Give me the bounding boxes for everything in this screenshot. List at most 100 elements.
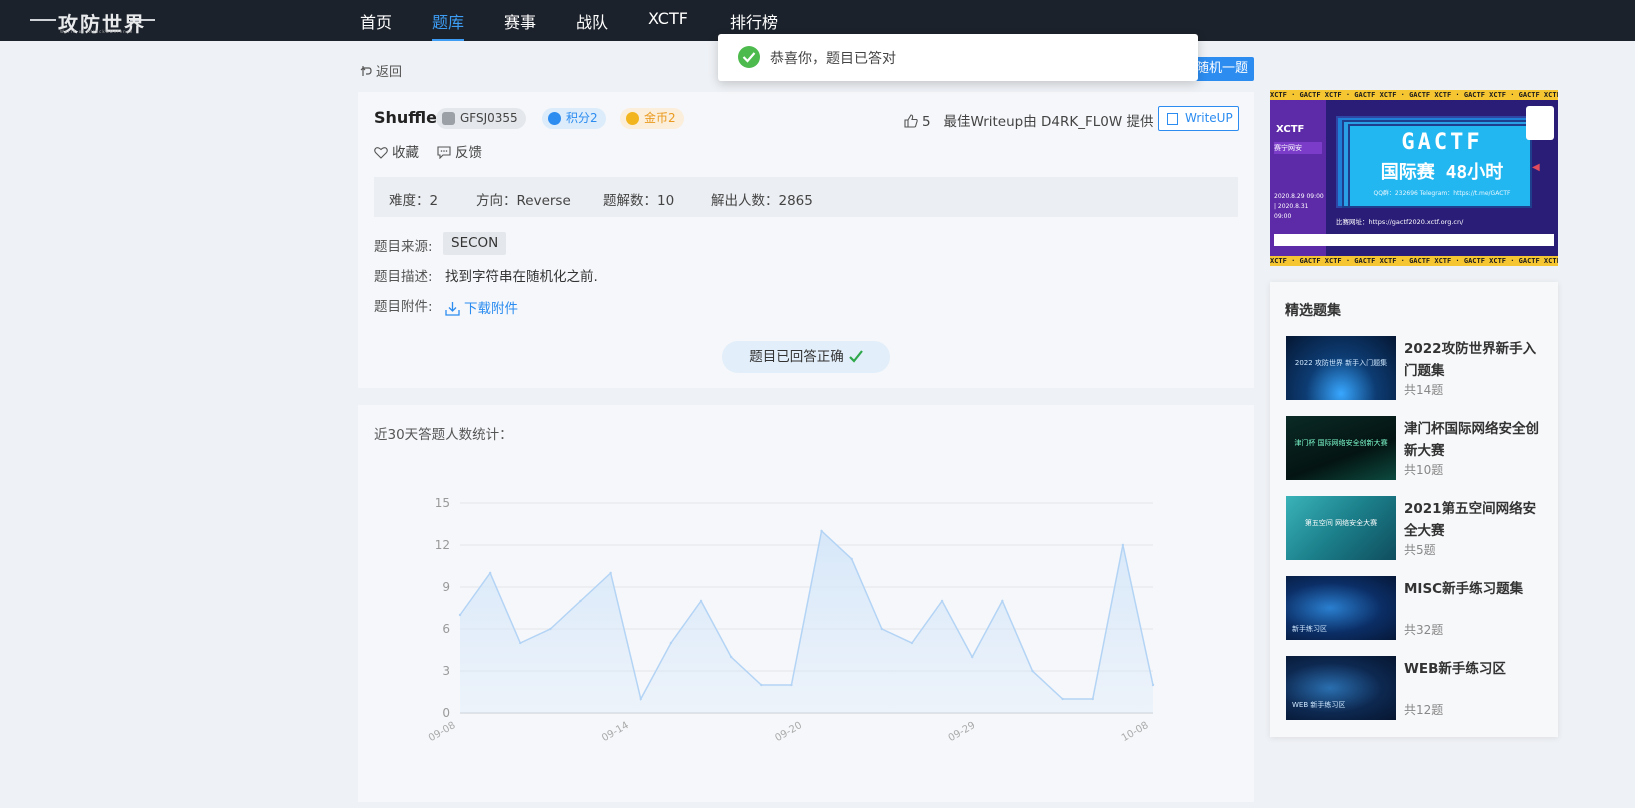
answered-status: 题目已回答正确 — [722, 341, 890, 373]
description-text: 找到字符串在随机化之前. — [445, 269, 598, 285]
data-point — [699, 599, 703, 603]
collection-name: 津门杯国际网络安全创新大赛 — [1404, 421, 1539, 459]
feedback-icon — [437, 146, 451, 159]
data-point — [1031, 669, 1034, 673]
featured-collections: 精选题集 2022 攻防世界 新手入门题集 2022攻防世界新手入门题集 共14… — [1270, 282, 1558, 737]
eye-logo-icon — [1526, 106, 1554, 140]
score-badge: 积分2 — [542, 108, 606, 129]
thumbs-up-icon[interactable] — [904, 114, 918, 128]
collection-name: 2021第五空间网络安全大赛 — [1404, 501, 1537, 539]
challenge-stats: 难度：2 方向：Reverse 题解数：10 解出人数：2865 — [374, 177, 1238, 217]
nav-xctf[interactable]: XCTF — [648, 9, 688, 41]
gactf-banner[interactable]: XCTF · GACTF XCTF · GACTF XCTF · GACTF X… — [1270, 90, 1558, 266]
banner-headline: GACTF — [1401, 130, 1483, 155]
return-icon — [360, 66, 372, 76]
nav-problems[interactable]: 题库 — [432, 9, 465, 41]
arrow-icon: ◀ — [1532, 162, 1540, 173]
best-writeup-text: 最佳Writeup由 D4RK_FL0W 提供 — [943, 114, 1154, 130]
document-icon — [1167, 113, 1178, 125]
challenge-card: Shuffle GFSJ0355 积分2 金币2 5 最佳Writeup由 D4… — [358, 92, 1254, 388]
data-point — [669, 641, 673, 645]
data-point — [850, 557, 853, 561]
like-count: 5 — [922, 114, 931, 130]
data-point — [1001, 599, 1004, 603]
data-point — [1061, 697, 1064, 701]
partner-brand: 赛宁网安 — [1274, 142, 1322, 154]
data-point — [609, 571, 612, 575]
collection-item[interactable]: 津门杯 国际网络安全创新大赛 津门杯国际网络安全创新大赛 共10题 — [1286, 416, 1546, 480]
download-icon — [445, 302, 460, 316]
x-tick-label: 09-08 — [427, 720, 458, 744]
collection-count: 共14题 — [1404, 383, 1444, 397]
collection-name: WEB新手练习区 — [1404, 661, 1506, 677]
collection-count: 共5题 — [1404, 543, 1436, 557]
download-attachment-link[interactable]: 下载附件 — [445, 297, 518, 317]
data-point — [549, 627, 552, 631]
collection-item[interactable]: 2022 攻防世界 新手入门题集 2022攻防世界新手入门题集 共14题 — [1286, 336, 1546, 400]
solutions-stat: 题解数：10 — [603, 193, 675, 209]
data-point — [820, 529, 823, 533]
collection-thumbnail: 津门杯 国际网络安全创新大赛 — [1286, 416, 1396, 480]
challenge-title: Shuffle — [374, 108, 438, 127]
collection-item[interactable]: 第五空间 网络安全大赛 2021第五空间网络安全大赛 共5题 — [1286, 496, 1546, 560]
random-problem-button[interactable]: 随机一题 — [1190, 57, 1254, 81]
daily-solvers-chart: 0 3 6 9 12 15 09-08 09-14 09-20 09-29 10-08 — [427, 496, 1155, 744]
banner-ticker-top: XCTF · GACTF XCTF · GACTF XCTF · GACTF X… — [1270, 90, 1558, 100]
banner-site: 比赛网址：https://gactf2020.xctf.org.cn/ — [1336, 218, 1464, 226]
x-tick-label: 09-14 — [600, 720, 631, 744]
nav-events[interactable]: 赛事 — [504, 9, 536, 41]
solvers-stat: 解出人数：2865 — [711, 193, 813, 209]
qr-icon — [442, 112, 455, 125]
back-link[interactable]: 返回 — [360, 61, 402, 80]
banner-dates: 2020.8.29 09:00 | 2020.8.31 09:00 — [1274, 193, 1324, 220]
check-circle-icon — [738, 46, 760, 68]
chart-card: 近30天答题人数统计： 0 3 6 9 12 15 09-08 09-14 09-20 09-29… — [358, 405, 1254, 802]
score-icon — [548, 112, 561, 125]
featured-title: 精选题集 — [1285, 303, 1341, 319]
collection-name: 2022攻防世界新手入门题集 — [1404, 341, 1537, 379]
coin-icon — [626, 112, 639, 125]
data-point — [729, 655, 733, 659]
banner-qq-line: QQ群：232696 Telegram：https://t.me/GACTF — [1373, 190, 1511, 197]
data-point — [488, 571, 492, 575]
source-label: 题目来源: — [374, 239, 433, 255]
collection-count: 共32题 — [1404, 623, 1444, 637]
nav-teams[interactable]: 战队 — [576, 9, 608, 41]
banner-subheadline: 国际赛 48小时 — [1380, 162, 1504, 183]
y-tick-label: 3 — [442, 664, 450, 678]
attachment-label: 题目附件: — [374, 299, 433, 315]
check-icon — [848, 350, 863, 363]
collection-item[interactable]: WEB 新手练习区 WEB新手练习区 共12题 — [1286, 656, 1546, 720]
collection-thumbnail: 2022 攻防世界 新手入门题集 — [1286, 336, 1396, 400]
nav-home[interactable]: 首页 — [360, 9, 392, 41]
data-point — [579, 599, 582, 603]
toast-message: 恭喜你，题目已答对 — [770, 51, 896, 67]
heart-icon — [374, 147, 388, 159]
data-point — [639, 697, 642, 701]
y-tick-label: 9 — [442, 580, 450, 594]
collection-name: MISC新手练习题集 — [1404, 581, 1524, 597]
favorite-button[interactable]: 收藏 — [374, 141, 419, 161]
data-point — [458, 613, 462, 617]
data-point — [1151, 683, 1155, 687]
banner-panel-front: GACTF 国际赛 48小时 QQ群：232696 Telegram：https… — [1348, 124, 1532, 208]
collection-count: 共12题 — [1404, 703, 1444, 717]
banner-ticker-bottom: XCTF · GACTF XCTF · GACTF XCTF · GACTF X… — [1270, 256, 1558, 266]
feedback-button[interactable]: 反馈 — [437, 141, 482, 161]
data-point — [1091, 697, 1094, 701]
collection-item[interactable]: 新手练习区 MISC新手练习题集 共32题 — [1286, 576, 1546, 640]
source-tag: SECON — [443, 232, 507, 255]
xctf-brand: XCTF — [1276, 124, 1305, 135]
data-point — [880, 627, 884, 631]
data-point — [760, 683, 763, 687]
collection-thumbnail: WEB 新手练习区 — [1286, 656, 1396, 720]
writeup-button[interactable]: WriteUP — [1158, 106, 1239, 131]
data-point — [910, 641, 914, 645]
sponsor-strip — [1274, 234, 1554, 246]
logo-subtitle: World of Attack&Defense — [60, 29, 134, 34]
site-logo[interactable]: 攻防世界 World of Attack&Defense — [30, 7, 155, 36]
direction-stat: 方向：Reverse — [476, 193, 571, 209]
collection-thumbnail: 第五空间 网络安全大赛 — [1286, 496, 1396, 560]
data-point — [790, 683, 793, 687]
y-tick-label: 0 — [442, 706, 450, 720]
